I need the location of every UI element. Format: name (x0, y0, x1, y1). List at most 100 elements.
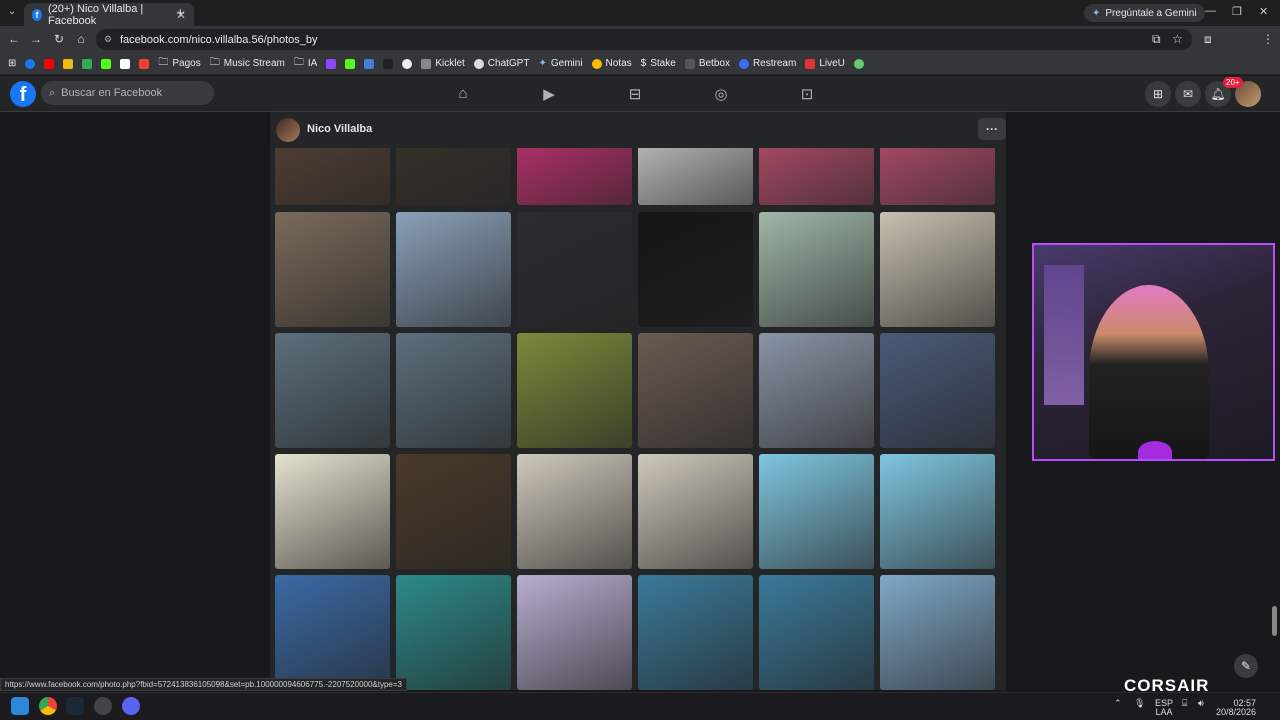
menu-grid-icon[interactable]: ⊞ (1145, 81, 1171, 107)
browser-tab[interactable]: f (20+) Nico Villalba | Facebook ✕ (24, 3, 194, 27)
apps-icon[interactable]: ⊞ (8, 58, 16, 69)
extra-bookmark-icon[interactable] (853, 58, 864, 69)
bookmark-restream[interactable]: Restream (738, 58, 796, 69)
profile-bar-panel (270, 112, 1006, 148)
photo-thumbnail[interactable] (275, 575, 390, 690)
minimize-icon[interactable]: — (1205, 5, 1216, 17)
photo-thumbnail[interactable] (517, 148, 632, 205)
bookmark-liveu[interactable]: LiveU (805, 58, 845, 69)
photo-thumbnail[interactable] (880, 454, 995, 569)
photo-thumbnail[interactable] (638, 333, 753, 448)
photo-thumbnail[interactable] (880, 333, 995, 448)
facebook-bookmark-icon[interactable] (25, 58, 36, 69)
photo-thumbnail[interactable] (396, 575, 511, 690)
marketplace-nav-icon[interactable]: ⊟ (625, 85, 645, 103)
app-taskbar-icon[interactable] (94, 697, 112, 715)
photo-thumbnail[interactable] (880, 575, 995, 690)
microphone-icon[interactable]: 🎙︎ (1134, 699, 1145, 708)
kick-bookmark-icon-2[interactable] (345, 58, 356, 69)
home-icon[interactable]: ⌂ (73, 32, 89, 46)
clock[interactable]: 02:57 20/8/2026 (1216, 699, 1256, 717)
chrome-taskbar-icon[interactable] (39, 697, 57, 715)
close-window-icon[interactable]: ✕ (1259, 5, 1268, 18)
gaming-nav-icon[interactable]: ⊡ (797, 85, 817, 103)
bookmark-label: Notas (605, 58, 632, 69)
video-nav-icon[interactable]: ▶ (539, 85, 559, 103)
photo-thumbnail[interactable] (638, 148, 753, 205)
photo-thumbnail[interactable] (880, 212, 995, 327)
more-options-button[interactable]: ··· (978, 118, 1006, 140)
bookmark-betbox[interactable]: Betbox (684, 58, 730, 69)
photo-thumbnail[interactable] (638, 454, 753, 569)
bookmark-notas[interactable]: Notas (591, 58, 632, 69)
profile-name[interactable]: Nico Villalba (307, 123, 372, 135)
reload-icon[interactable]: ↻ (51, 32, 67, 46)
gmail-bookmark-icon[interactable] (139, 58, 150, 69)
new-message-button[interactable]: ✎ (1234, 654, 1258, 678)
bookmark-kicklet[interactable]: Kicklet (421, 58, 465, 69)
photo-thumbnail[interactable] (638, 575, 753, 690)
kick-bookmark-icon[interactable] (101, 58, 112, 69)
photo-thumbnail[interactable] (759, 333, 874, 448)
youtube-bookmark-icon[interactable] (44, 58, 55, 69)
photo-thumbnail[interactable] (759, 454, 874, 569)
photo-thumbnail[interactable] (396, 212, 511, 327)
tiktok-bookmark-icon[interactable] (383, 58, 394, 69)
bookmark-stake[interactable]: $ Stake (641, 58, 676, 69)
photo-thumbnail[interactable] (759, 212, 874, 327)
gemini-button[interactable]: ✦ Pregúntale a Gemini (1084, 4, 1205, 22)
tray-chevron-icon[interactable]: ⌃ (1114, 699, 1122, 708)
photo-thumbnail[interactable] (759, 148, 874, 205)
forward-icon[interactable]: → (28, 32, 44, 46)
extensions-icon[interactable]: ⧈ (1204, 32, 1212, 47)
photo-thumbnail[interactable] (517, 575, 632, 690)
profile-avatar[interactable] (276, 118, 300, 142)
volume-icon[interactable]: 🔊︎ (1198, 699, 1204, 708)
photo-thumbnail[interactable] (275, 333, 390, 448)
groups-nav-icon[interactable]: ◎ (711, 85, 731, 103)
messenger-icon[interactable]: ✉ (1175, 81, 1201, 107)
photo-thumbnail[interactable] (396, 148, 511, 205)
webcam-overlay (1032, 243, 1275, 461)
bookmark-circle-icon[interactable] (402, 58, 413, 69)
network-icon[interactable]: ⌸ (1182, 699, 1187, 708)
facebook-search-input[interactable]: ⌕ Buscar en Facebook (41, 81, 214, 105)
photo-thumbnail[interactable] (396, 333, 511, 448)
photo-thumbnail[interactable] (275, 212, 390, 327)
back-icon[interactable]: ← (6, 32, 22, 46)
photo-thumbnail[interactable] (517, 454, 632, 569)
photo-thumbnail[interactable] (638, 212, 753, 327)
browser-menu-icon[interactable]: ⋮ (1262, 32, 1274, 46)
photo-thumbnail[interactable] (759, 575, 874, 690)
meta-bookmark-icon[interactable] (364, 58, 375, 69)
bookmark-folder-music-stream[interactable]: 🗀 Music Stream (210, 55, 285, 72)
new-tab-icon[interactable]: + (176, 5, 185, 22)
steam-taskbar-icon[interactable] (66, 697, 84, 715)
home-nav-icon[interactable]: ⌂ (453, 85, 473, 102)
language-indicator[interactable]: ESP LAA (1155, 699, 1173, 717)
tab-search-icon[interactable]: ⌄ (4, 6, 20, 20)
install-icon[interactable]: ⧉ (1152, 32, 1161, 47)
photo-thumbnail[interactable] (517, 333, 632, 448)
photo-thumbnail[interactable] (517, 212, 632, 327)
bookmark-folder-pagos[interactable]: 🗀 Pagos (158, 55, 200, 72)
drive-bookmark-icon[interactable] (82, 58, 93, 69)
twitch-bookmark-icon[interactable] (326, 58, 337, 69)
bookmark-star-icon[interactable]: ☆ (1172, 32, 1183, 46)
photo-thumbnail[interactable] (396, 454, 511, 569)
bookmark-chatgpt[interactable]: ChatGPT (473, 58, 529, 69)
photo-thumbnail[interactable] (275, 148, 390, 205)
address-bar[interactable]: facebook.com/nico.villalba.56/photos_by (96, 29, 1192, 50)
facebook-logo-icon[interactable]: f (10, 81, 36, 107)
bookmark-p-icon[interactable] (120, 58, 131, 69)
photo-thumbnail[interactable] (275, 454, 390, 569)
binance-bookmark-icon[interactable] (63, 58, 74, 69)
bookmark-folder-ia[interactable]: 🗀 IA (294, 55, 317, 72)
windows-start-icon[interactable] (11, 697, 29, 715)
restore-icon[interactable]: ❐ (1232, 5, 1242, 18)
page-scrollbar[interactable] (1272, 606, 1277, 636)
photo-thumbnail[interactable] (880, 148, 995, 205)
site-info-icon[interactable]: ⚙ (104, 34, 112, 45)
bookmark-gemini[interactable]: ✦ Gemini (538, 58, 582, 69)
discord-taskbar-icon[interactable] (122, 697, 140, 715)
